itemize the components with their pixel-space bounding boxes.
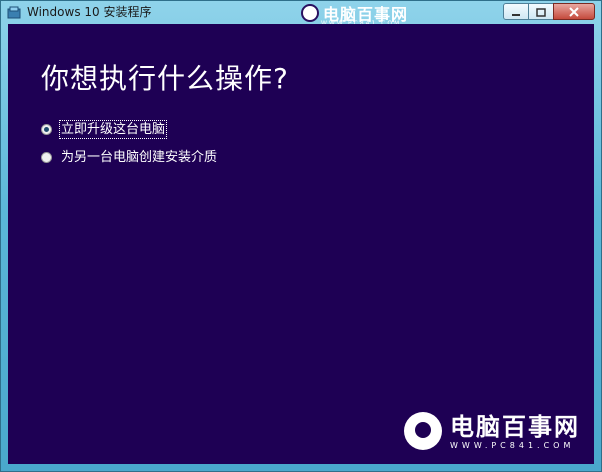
window-title: Windows 10 安装程序 [27,5,152,19]
minimize-icon [511,2,521,21]
brand-logo-icon [404,412,442,450]
radio-button[interactable] [41,152,52,163]
option-upgrade-this-pc[interactable]: 立即升级这台电脑 [41,120,168,139]
option-create-media[interactable]: 为另一台电脑创建安装介质 [41,149,218,166]
setup-content: 你想执行什么操作? 立即升级这台电脑 为另一台电脑创建安装介质 电脑百事网 WW… [8,24,594,464]
setup-window: Windows 10 安装程序 电脑百事网 WWW.PC841.COM [0,0,602,472]
minimize-button[interactable] [503,3,529,20]
watermark-url-bottom: WWW.PC841.COM [450,440,575,450]
option-label: 为另一台电脑创建安装介质 [61,150,218,165]
close-icon [569,2,579,21]
radio-button-selected[interactable] [41,124,52,135]
setup-app-icon [7,5,21,19]
option-label: 立即升级这台电脑 [58,120,168,139]
watermark-bottom: 电脑百事网 WWW.PC841.COM [404,412,580,450]
page-title: 你想执行什么操作? [41,62,289,95]
window-controls [503,3,595,20]
watermark-brand-bottom: 电脑百事网 [450,412,580,441]
brand-logo-icon [301,4,319,22]
maximize-button[interactable] [528,3,554,20]
maximize-icon [536,2,546,21]
close-button[interactable] [553,3,595,20]
